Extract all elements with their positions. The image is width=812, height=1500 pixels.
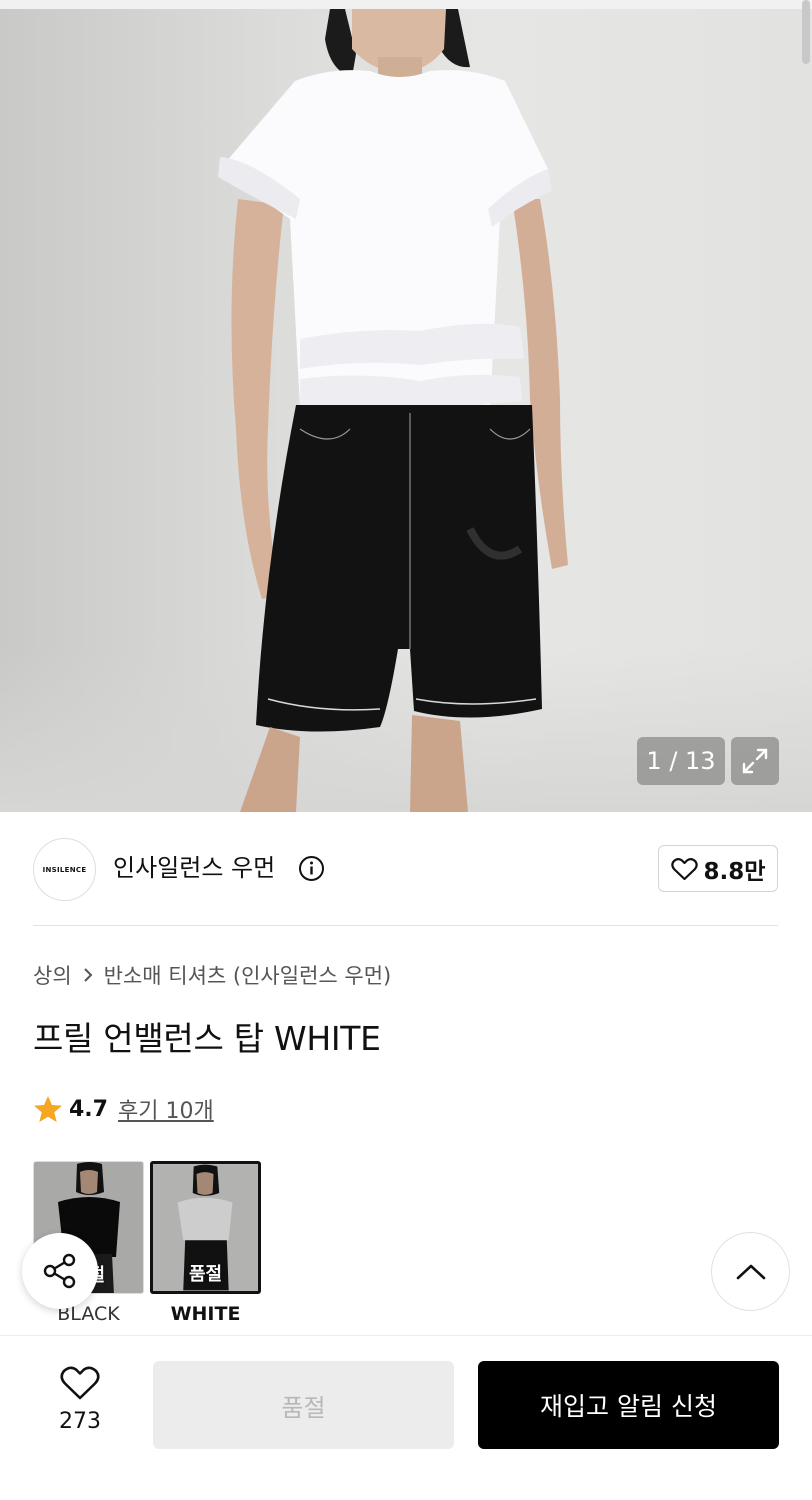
chevron-right-icon [83,968,93,982]
breadcrumb-subcategory[interactable]: 반소매 티셔츠 (인사일런스 우먼) [104,960,392,990]
share-icon [43,1253,76,1289]
soldout-button: 품절 [153,1361,454,1449]
brand-like-button[interactable]: 8.8만 [658,845,778,892]
share-button[interactable] [22,1233,98,1309]
expand-icon [742,748,768,774]
image-counter: 1 / 13 [637,737,725,785]
rating: 4.7 후기 10개 [33,1093,214,1125]
color-label-white: WHITE [170,1303,241,1325]
star-icon [34,1096,62,1122]
product-image[interactable]: 1 / 13 [0,9,812,812]
info-icon[interactable] [298,855,325,882]
scrollbar[interactable] [802,0,810,64]
breadcrumb: 상의 반소매 티셔츠 (인사일런스 우먼) [33,960,391,990]
scroll-top-button[interactable] [711,1232,790,1311]
wishlist-count: 273 [59,1409,101,1434]
model-illustration [218,9,568,812]
breadcrumb-category[interactable]: 상의 [33,960,72,990]
restock-alert-button[interactable]: 재입고 알림 신청 [478,1361,779,1449]
brand-logo-text: INSILENCE [42,865,87,874]
top-edge [0,0,812,9]
review-link[interactable]: 후기 10개 [118,1093,214,1125]
heart-icon [670,857,698,880]
color-swatch-white[interactable]: 품절 [150,1161,261,1294]
expand-button[interactable] [731,737,779,785]
rating-score: 4.7 [69,1096,108,1122]
brand-like-count: 8.8만 [703,858,766,885]
brand-logo[interactable]: INSILENCE [33,838,96,901]
brand-name[interactable]: 인사일런스 우먼 [113,848,275,888]
heart-icon [60,1366,100,1400]
product-title: 프릴 언밸런스 탑 WHITE [33,1019,381,1058]
swatch-soldout-badge: 품절 [188,1264,223,1285]
chevron-up-icon [736,1264,765,1279]
wishlist-button[interactable]: 273 [40,1365,120,1434]
divider [33,925,778,926]
